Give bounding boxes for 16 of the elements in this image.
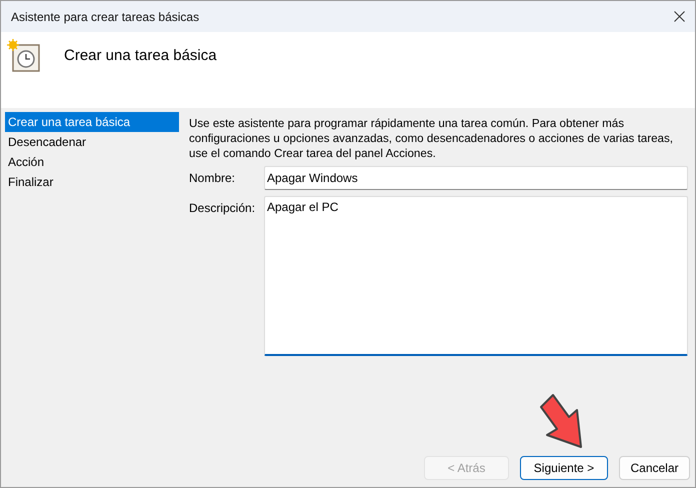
- wizard-button[interactable]: Cancelar: [619, 456, 690, 480]
- step-item[interactable]: Desencadenar: [5, 132, 179, 152]
- close-icon[interactable]: [674, 11, 685, 22]
- description-field[interactable]: Apagar el PC: [264, 196, 688, 356]
- step-item[interactable]: Crear una tarea básica: [5, 112, 179, 132]
- step-item[interactable]: Acción: [5, 152, 179, 172]
- wizard-heading: Crear una tarea básica: [64, 47, 217, 64]
- clock-icon: [7, 39, 41, 73]
- pointer-arrow-icon: [539, 393, 585, 449]
- step-item[interactable]: Finalizar: [5, 172, 179, 192]
- window-title: Asistente para crear tareas básicas: [11, 10, 200, 24]
- field-label: Nombre:: [189, 170, 236, 185]
- name-field[interactable]: Apagar Windows: [264, 166, 688, 190]
- intro-text: Use este asistente para programar rápidamente una tarea común. Para obtener más configuraciones u opciones avanzadas, como desencadenadores o acciones de varias tareas, use el comando Crear tarea del panel Acciones.: [189, 116, 674, 161]
- wizard-button[interactable]: Siguiente >: [520, 456, 608, 480]
- field-label: Descripción:: [189, 200, 256, 215]
